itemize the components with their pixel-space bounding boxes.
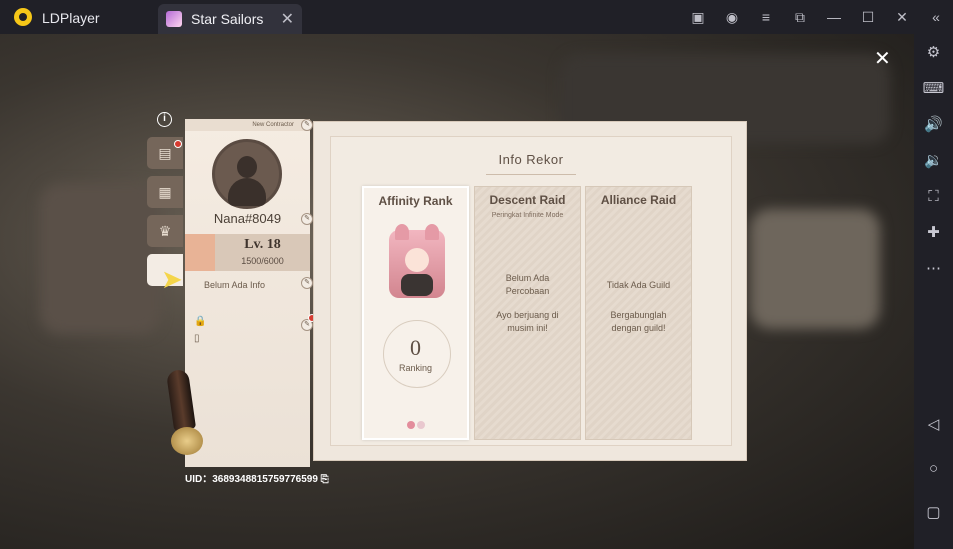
tab-close-icon[interactable]: ✕	[281, 9, 294, 29]
minimize-icon[interactable]: —	[817, 0, 851, 34]
ear-left	[395, 224, 409, 240]
pager-dot-active	[407, 421, 415, 429]
game-viewport: ✕ i ▤ ▦ ♛ ➤ New Contractor Nana#8049 Lv.…	[0, 34, 914, 549]
exp-text: 1500/6000	[241, 256, 284, 266]
uid-text[interactable]: UID：3689348815759776599 ⎘	[185, 470, 329, 485]
player-name: Nana#8049	[213, 211, 282, 226]
background-frame	[750, 209, 880, 329]
keyboard-icon[interactable]: ⌨	[914, 75, 953, 101]
menu-icon[interactable]: ≡	[749, 0, 783, 34]
profile-card: New Contractor Nana#8049 Lv. 18 1500/600…	[185, 119, 310, 467]
title-divider	[486, 174, 576, 175]
recents-icon[interactable]: ▢	[914, 499, 953, 525]
add-app-icon[interactable]: ✚	[914, 219, 953, 245]
column-title: Alliance Raid	[600, 193, 677, 207]
rank-value: 0	[410, 335, 421, 360]
close-button[interactable]: ✕	[874, 46, 891, 71]
contractor-badge: New Contractor	[185, 119, 310, 131]
restore-small-icon[interactable]: ⧉	[783, 0, 817, 34]
level-box: Lv. 18 1500/6000	[185, 234, 310, 271]
profile-info: Belum Ada Info	[204, 280, 266, 290]
maximize-icon[interactable]: ☐	[851, 0, 885, 34]
avatar-body	[228, 178, 266, 206]
join-guild-text: Bergabunglah dengan guild!	[610, 310, 667, 333]
record-panel: Info Rekor Affinity Rank 0 Ranking Desce…	[313, 121, 747, 461]
uid-value: UID：3689348815759776599	[185, 474, 318, 485]
right-toolbar: ⚙ ⌨ 🔊 🔉 ⛶ ✚ ⋯ ◁ ○ ▢	[914, 34, 953, 549]
avatar[interactable]	[212, 139, 282, 209]
avatar-head	[237, 156, 257, 178]
volume-down-icon[interactable]: 🔉	[914, 147, 953, 173]
level-swatch	[185, 234, 215, 271]
stamp-base	[171, 427, 203, 455]
close-icon[interactable]: ✕	[885, 0, 919, 34]
gift-box-icon: ▦	[158, 183, 172, 200]
encourage-text: Ayo berjuang di musim ini!	[496, 310, 559, 333]
ldplayer-logo-icon	[14, 8, 32, 26]
column-title: Descent Raid	[489, 193, 566, 207]
pager-dot	[417, 421, 425, 429]
character-dress	[401, 274, 433, 296]
copy-icon[interactable]: ⎘	[321, 474, 329, 485]
settings-icon[interactable]: ⚙	[914, 39, 953, 65]
notification-dot	[174, 140, 182, 148]
side-tab-trophy[interactable]: ♛	[147, 215, 183, 247]
edit-info-icon[interactable]: ✎	[301, 277, 313, 289]
fullscreen-icon[interactable]: ⛶	[914, 183, 953, 209]
info-icon[interactable]: i	[157, 112, 172, 127]
title-bar: LDPlayer Star Sailors ✕ ▣ ◉ ≡ ⧉ — ☐ ✕ «	[0, 0, 953, 34]
volume-up-icon[interactable]: 🔊	[914, 111, 953, 137]
column-affinity-rank[interactable]: Affinity Rank 0 Ranking	[362, 186, 469, 440]
background-shelf-left	[40, 184, 160, 334]
level-text: Lv. 18	[244, 237, 281, 252]
rank-label: Ranking	[398, 363, 433, 373]
tab-label: Star Sailors	[191, 11, 264, 27]
side-tab-gifts[interactable]: ▦	[147, 176, 183, 208]
edit-name-icon[interactable]: ✎	[301, 213, 313, 225]
panel-title: Info Rekor	[498, 152, 564, 167]
character-face	[405, 248, 429, 272]
column-alliance-raid[interactable]: Alliance Raid Tidak Ada Guild Bergabungl…	[585, 186, 692, 440]
cursor-icon: ➤	[161, 264, 183, 294]
column-subtitle: Peringkat Infinite Mode	[491, 212, 564, 219]
column-descent-raid[interactable]: Descent Raid Peringkat Infinite Mode Bel…	[474, 186, 581, 440]
profile-icon: ▤	[158, 144, 172, 161]
trophy-icon: ♛	[158, 222, 172, 239]
account-icon[interactable]: ◉	[715, 0, 749, 34]
gift-icon[interactable]: ▣	[681, 0, 715, 34]
no-guild-text: Tidak Ada Guild	[606, 280, 671, 290]
ear-right	[425, 224, 439, 240]
lock-icon: 🔒	[194, 316, 207, 327]
home-icon[interactable]: ○	[914, 455, 953, 481]
edit-badge-icon[interactable]: ✎	[301, 119, 313, 131]
column-title: Affinity Rank	[378, 194, 453, 208]
app-name: LDPlayer	[42, 10, 100, 26]
tab-star-sailors[interactable]: Star Sailors ✕	[158, 4, 302, 34]
pager-dots[interactable]	[407, 416, 429, 429]
more-icon[interactable]: ⋯	[914, 255, 953, 281]
book-icon: ▯	[194, 333, 200, 344]
game-icon	[166, 11, 182, 27]
back-icon[interactable]: ◁	[914, 411, 953, 437]
character-portrait	[389, 224, 445, 298]
no-attempt-text: Belum Ada Percobaan	[505, 273, 550, 296]
collapse-icon[interactable]: «	[919, 0, 953, 34]
